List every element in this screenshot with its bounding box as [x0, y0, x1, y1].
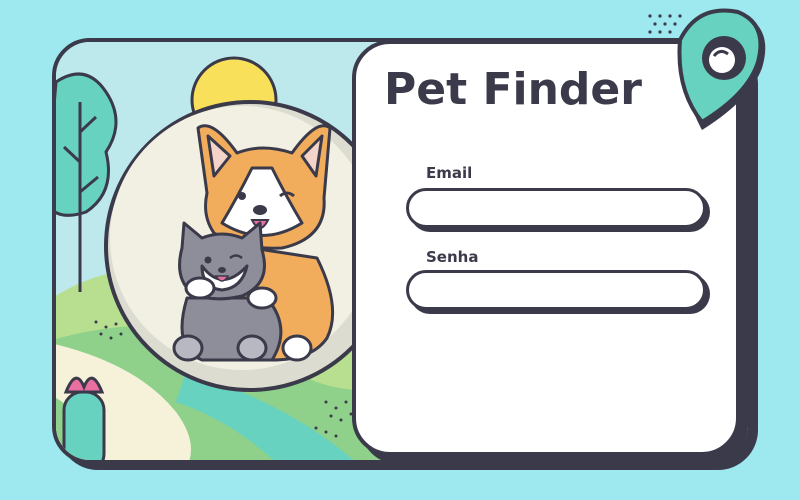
email-field-wrapper	[406, 188, 710, 232]
email-label: Email	[426, 164, 473, 182]
password-field-wrapper	[406, 270, 710, 314]
login-screen: Pet Finder Email Senha	[0, 0, 800, 500]
location-pin-icon	[677, 8, 766, 130]
app-title: Pet Finder	[384, 64, 642, 115]
password-field[interactable]	[406, 270, 706, 310]
password-label: Senha	[426, 248, 479, 266]
email-field[interactable]	[406, 188, 706, 228]
